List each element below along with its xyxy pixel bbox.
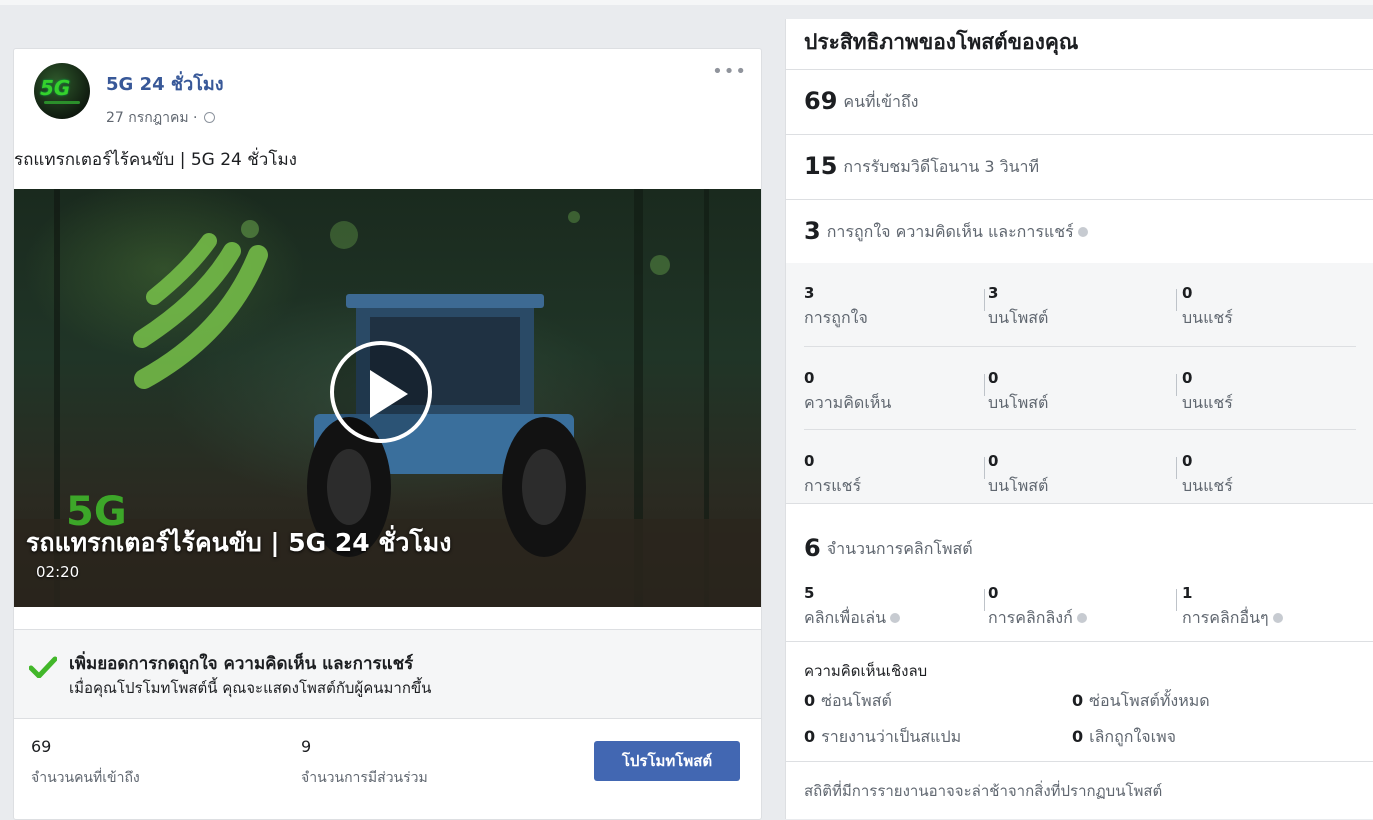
separator bbox=[1176, 457, 1177, 479]
views-value: 15 bbox=[804, 152, 838, 180]
insights-title: ประสิทธิภาพของโพสต์ของคุณ bbox=[804, 29, 1079, 54]
post-caption: รถแทรกเตอร์ไร้คนขับ | 5G 24 ชั่วโมง bbox=[14, 150, 297, 170]
clicks-value: 6 bbox=[804, 534, 821, 562]
shares-label: การแชร์ bbox=[804, 476, 862, 495]
play-button[interactable] bbox=[330, 341, 432, 443]
link-clicks-label: การคลิกลิงก์ bbox=[988, 606, 1087, 631]
on-share-label: บนแชร์ bbox=[1182, 308, 1233, 327]
info-icon[interactable] bbox=[1076, 613, 1087, 623]
comments-total: 0 bbox=[804, 369, 815, 387]
shares-total: 0 bbox=[804, 452, 815, 470]
comments-label: ความคิดเห็น bbox=[804, 393, 892, 412]
divider bbox=[786, 69, 1373, 70]
info-icon[interactable] bbox=[1077, 227, 1088, 237]
top-bar bbox=[0, 0, 1373, 5]
engagement-label: จำนวนการมีส่วนร่วม bbox=[301, 770, 428, 786]
engagement-count: 9 bbox=[301, 737, 312, 756]
avatar-logo-text: 5G bbox=[40, 76, 71, 100]
hide-all-metric: 0 ซ่อนโพสต์ทั้งหมด bbox=[1072, 691, 1210, 710]
on-post-label: บนโพสต์ bbox=[988, 308, 1049, 327]
likes-total: 3 bbox=[804, 284, 815, 302]
separator bbox=[984, 289, 985, 311]
reach-label: จำนวนคนที่เข้าถึง bbox=[31, 770, 140, 786]
post-date-text: 27 กรกฎาคม · bbox=[106, 110, 202, 126]
on-share-label: บนแชร์ bbox=[1182, 476, 1233, 495]
divider bbox=[786, 503, 1373, 504]
promote-suggestion: เพิ่มยอดการกดถูกใจ ความคิดเห็น และการแชร… bbox=[14, 629, 761, 719]
clicks-label: จำนวนการคลิกโพสต์ bbox=[826, 539, 973, 558]
reach-count: 69 bbox=[31, 737, 52, 756]
on-share-label: บนแชร์ bbox=[1182, 393, 1233, 412]
post-card: 5G 5G 24 ชั่วโมง 27 กรกฎาคม · ••• รถแทรก… bbox=[13, 48, 762, 820]
promo-title: เพิ่มยอดการกดถูกใจ ความคิดเห็น และการแชร… bbox=[69, 654, 414, 674]
globe-icon bbox=[203, 112, 215, 123]
page-avatar[interactable]: 5G bbox=[34, 63, 90, 119]
other-clicks-label: การคลิกอื่นๆ bbox=[1182, 606, 1283, 631]
shares-on-share: 0 bbox=[1182, 452, 1193, 470]
comments-on-post: 0 bbox=[988, 369, 999, 387]
divider bbox=[804, 429, 1356, 430]
negative-feedback-title: ความคิดเห็นเชิงลบ bbox=[804, 662, 928, 680]
shares-on-post: 0 bbox=[988, 452, 999, 470]
separator bbox=[984, 374, 985, 396]
post-timestamp[interactable]: 27 กรกฎาคม · bbox=[106, 107, 215, 129]
insights-footnote: สถิติที่มีการรายงานอาจจะล่าช้าจากสิ่งที่… bbox=[804, 782, 1163, 800]
engagement-metric: 3 การถูกใจ ความคิดเห็น และการแชร์ bbox=[804, 217, 1088, 245]
video-duration: 02:20 bbox=[36, 563, 80, 581]
unlike-page-metric: 0 เลิกถูกใจเพจ bbox=[1072, 727, 1177, 746]
divider bbox=[786, 761, 1373, 762]
reach-value: 69 bbox=[804, 87, 838, 115]
page-name-link[interactable]: 5G 24 ชั่วโมง bbox=[106, 69, 224, 98]
hide-post-metric: 0 ซ่อนโพสต์ bbox=[804, 691, 892, 710]
more-options-icon[interactable]: ••• bbox=[712, 61, 747, 82]
engagement-metric-label: การถูกใจ ความคิดเห็น และการแชร์ bbox=[826, 222, 1074, 241]
other-clicks-value: 1 bbox=[1182, 584, 1193, 602]
play-clicks-label: คลิกเพื่อเล่น bbox=[804, 606, 901, 631]
views-label: การรับชมวิดีโอนาน 3 วินาที bbox=[843, 157, 1040, 176]
separator bbox=[1176, 589, 1177, 611]
video-views-metric: 15 การรับชมวิดีโอนาน 3 วินาที bbox=[804, 152, 1039, 180]
likes-label: การถูกใจ bbox=[804, 308, 868, 327]
promote-post-button[interactable]: โปรโมทโพสต์ bbox=[594, 741, 740, 781]
separator bbox=[1176, 289, 1177, 311]
info-icon[interactable] bbox=[1272, 613, 1283, 623]
reach-metric-label: คนที่เข้าถึง bbox=[843, 92, 919, 111]
post-insights-panel: ประสิทธิภาพของโพสต์ของคุณ 69 คนที่เข้าถึง… bbox=[785, 19, 1373, 819]
separator bbox=[984, 457, 985, 479]
play-icon bbox=[370, 370, 408, 418]
separator bbox=[984, 589, 985, 611]
checkmark-icon bbox=[29, 656, 57, 678]
divider bbox=[786, 641, 1373, 642]
on-post-label: บนโพสต์ bbox=[988, 393, 1049, 412]
on-post-label: บนโพสต์ bbox=[988, 476, 1049, 495]
divider bbox=[786, 134, 1373, 135]
separator bbox=[1176, 374, 1177, 396]
play-clicks-value: 5 bbox=[804, 584, 815, 602]
video-player[interactable]: 5G รถแทรกเตอร์ไร้คนขับ | 5G 24 ชั่วโมง 0… bbox=[14, 189, 761, 607]
engagement-breakdown bbox=[786, 263, 1373, 503]
likes-on-post: 3 bbox=[988, 284, 999, 302]
link-clicks-value: 0 bbox=[988, 584, 999, 602]
comments-on-share: 0 bbox=[1182, 369, 1193, 387]
engagement-value: 3 bbox=[804, 217, 821, 245]
post-clicks-metric: 6 จำนวนการคลิกโพสต์ bbox=[804, 534, 973, 562]
info-icon[interactable] bbox=[890, 613, 901, 623]
divider bbox=[804, 346, 1356, 347]
divider bbox=[786, 199, 1373, 200]
video-title: รถแทรกเตอร์ไร้คนขับ | 5G 24 ชั่วโมง bbox=[26, 528, 452, 557]
promo-subtitle: เมื่อคุณโปรโมทโพสต์นี้ คุณจะแสดงโพสต์กับ… bbox=[69, 679, 432, 697]
avatar-underline bbox=[44, 101, 80, 104]
reach-metric: 69 คนที่เข้าถึง bbox=[804, 87, 918, 115]
spam-report-metric: 0 รายงานว่าเป็นสแปม bbox=[804, 727, 962, 746]
likes-on-share: 0 bbox=[1182, 284, 1193, 302]
